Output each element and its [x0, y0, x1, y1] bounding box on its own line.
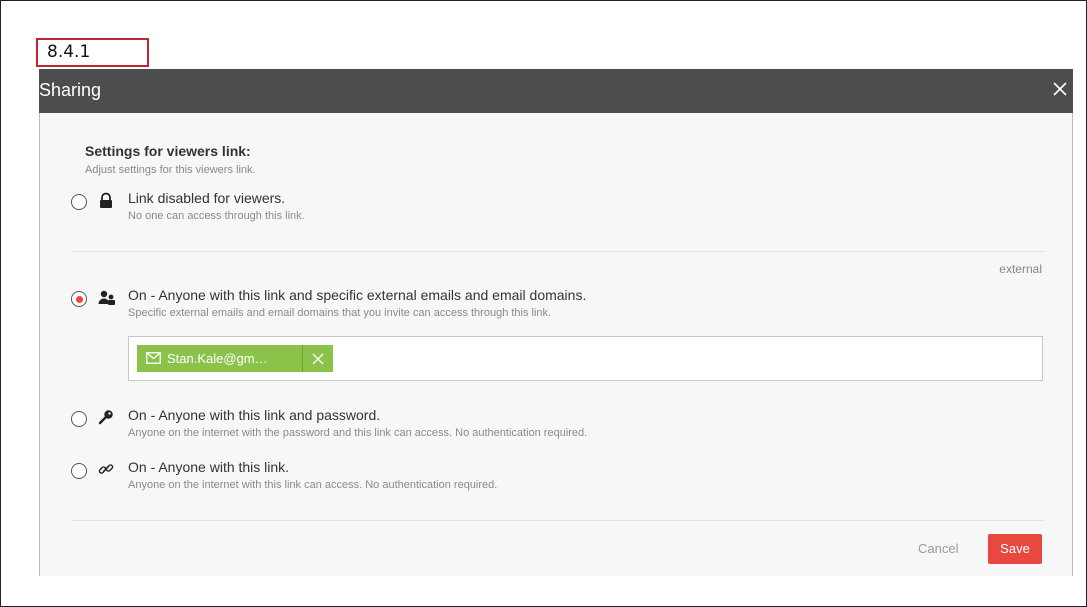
modal-body: Settings for viewers link: Adjust settin…	[39, 113, 1073, 576]
tag-separator	[302, 345, 303, 372]
save-button[interactable]: Save	[988, 534, 1042, 564]
radio-anyone-with-link[interactable]	[71, 463, 87, 479]
email-tag[interactable]: Stan.Kale@gm…	[137, 345, 333, 372]
radio-external-emails[interactable]	[71, 291, 87, 307]
lock-icon	[98, 192, 114, 210]
section-subtitle: Adjust settings for this viewers link.	[85, 164, 256, 176]
section-title: Settings for viewers link:	[85, 143, 251, 159]
key-icon	[98, 409, 114, 427]
option-description: Anyone on the internet with this link ca…	[128, 479, 498, 491]
option-description: Specific external emails and email domai…	[128, 307, 552, 319]
option-description: No one can access through this link.	[128, 210, 305, 222]
option-title: On - Anyone with this link and password.	[128, 407, 381, 423]
mail-icon	[146, 352, 161, 364]
option-title: On - Anyone with this link.	[128, 459, 290, 475]
modal-header: Sharing	[39, 69, 1073, 113]
radio-password[interactable]	[71, 411, 87, 427]
option-title: Link disabled for viewers.	[128, 190, 286, 206]
option-description: Anyone on the internet with the password…	[128, 427, 588, 439]
close-icon[interactable]	[1048, 77, 1072, 101]
option-title: On - Anyone with this link and specific …	[128, 287, 587, 303]
email-tag-text: Stan.Kale@gm…	[167, 351, 268, 366]
link-icon	[98, 461, 114, 479]
external-label: external	[999, 262, 1042, 276]
figure-label: 8.4.1	[36, 38, 149, 67]
modal-title: Sharing	[39, 80, 102, 100]
cancel-button[interactable]: Cancel	[918, 541, 958, 556]
remove-tag-icon[interactable]	[311, 352, 325, 366]
radio-link-disabled[interactable]	[71, 194, 87, 210]
email-tags-input[interactable]: Stan.Kale@gm…	[128, 336, 1043, 381]
users-icon	[98, 289, 115, 307]
divider	[71, 520, 1044, 521]
divider	[71, 251, 1044, 252]
